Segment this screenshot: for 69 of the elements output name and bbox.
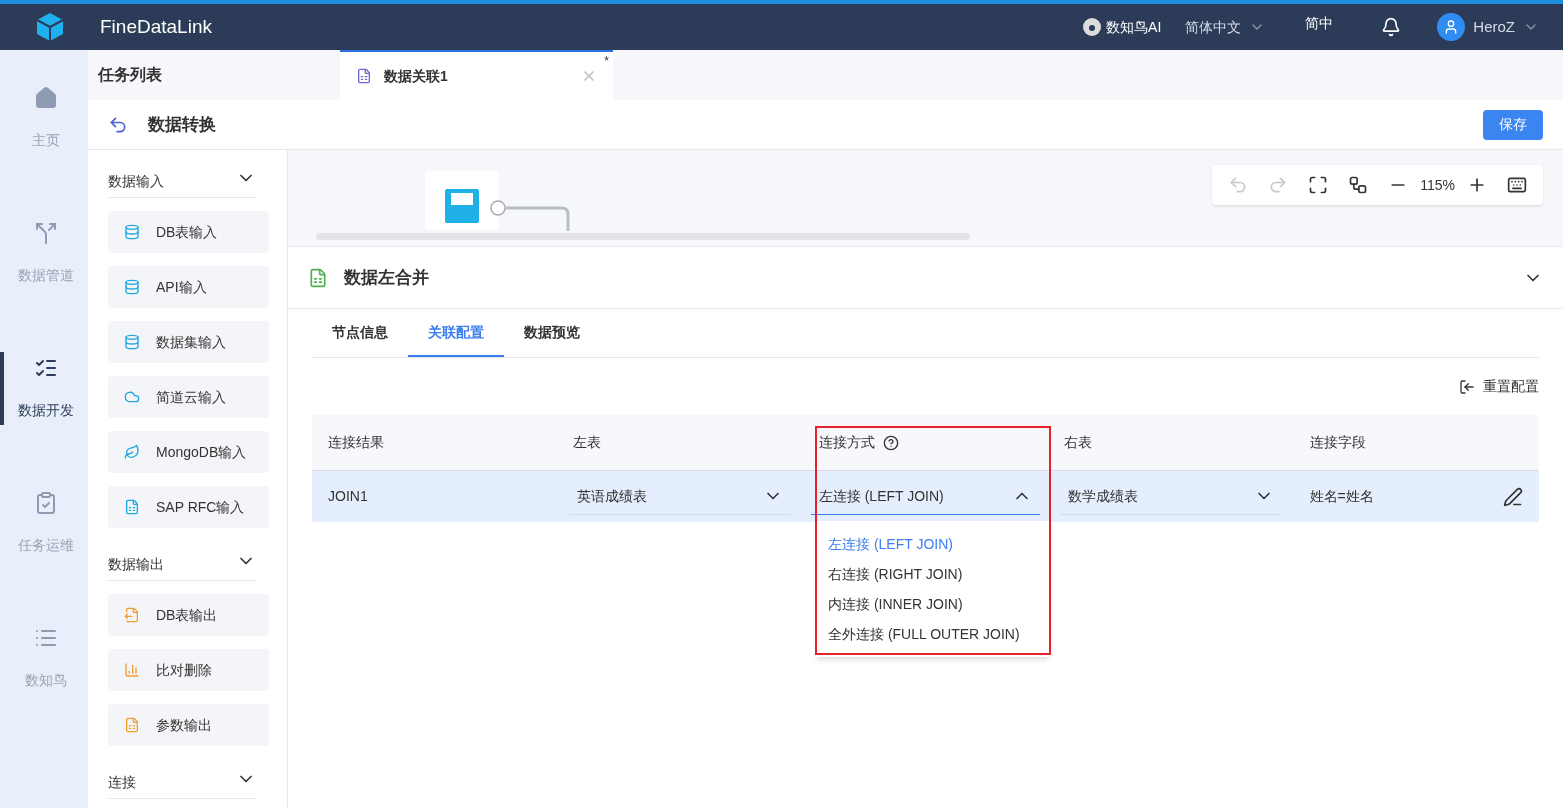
pipeline-icon: [34, 221, 58, 245]
clipboard-check-icon: [34, 491, 58, 515]
user-avatar[interactable]: [1437, 13, 1466, 41]
language-toggle[interactable]: 简中: [1305, 12, 1334, 34]
cloud-icon: [124, 389, 140, 405]
column-header: 左表: [573, 433, 602, 452]
file-tab[interactable]: 数据关联1 *: [340, 50, 613, 100]
page-title: 数据转换: [148, 113, 217, 136]
palette-item[interactable]: MongoDB输入: [108, 431, 269, 473]
file-output-icon: [124, 607, 140, 623]
column-header: 右表: [1064, 433, 1093, 452]
database-icon: [124, 279, 140, 295]
reset-button[interactable]: 重置配置: [1459, 376, 1539, 397]
column-header: 连接字段: [1309, 433, 1366, 452]
left-table-select[interactable]: 英语成绩表: [569, 478, 791, 515]
menu-option[interactable]: 左连接 (LEFT JOIN): [816, 529, 1050, 559]
bar-chart-icon: [124, 662, 140, 678]
bell-icon[interactable]: [1381, 17, 1402, 37]
palette-item[interactable]: SAP RFC输入: [108, 486, 269, 528]
palette-item[interactable]: API输入: [108, 266, 269, 308]
database-icon: [124, 224, 140, 240]
cube-logo-icon: [34, 11, 66, 43]
keyboard-icon[interactable]: [1507, 175, 1527, 195]
edit-icon[interactable]: [1503, 486, 1523, 507]
user-name[interactable]: HeroZ: [1473, 15, 1515, 39]
db-node[interactable]: [425, 171, 499, 230]
section-title: 数据输入: [108, 172, 164, 191]
help-icon[interactable]: [882, 434, 899, 451]
panel-tab[interactable]: 数据预览: [504, 309, 600, 357]
modified-mark: *: [604, 53, 609, 70]
fit-view-icon[interactable]: [1308, 175, 1329, 195]
menu-option[interactable]: 内连接 (INNER JOIN): [816, 589, 1050, 619]
back-icon[interactable]: [108, 114, 128, 135]
save-button[interactable]: 保存: [1483, 109, 1543, 140]
column-header: 连接结果: [328, 433, 384, 452]
palette-item[interactable]: DB表输出: [108, 594, 269, 636]
table-cell-text: JOIN1: [327, 487, 369, 506]
join-type-select[interactable]: 左连接 (LEFT JOIN): [810, 478, 1041, 515]
palette-item[interactable]: 参数输出: [108, 704, 269, 746]
menu-option[interactable]: 全外连接 (FULL OUTER JOIN): [816, 619, 1050, 649]
palette-item[interactable]: 简道云输入: [108, 376, 269, 418]
palette-item[interactable]: 数据集输入: [108, 321, 269, 363]
sheet-icon: [124, 499, 140, 515]
task-list-title: 任务列表: [98, 65, 162, 85]
palette-item[interactable]: DB表输入: [108, 211, 269, 253]
ai-link[interactable]: 数知鸟AI: [1082, 16, 1162, 38]
palette-item[interactable]: 比对删除: [108, 649, 269, 691]
section-title: 数据输出: [108, 555, 164, 574]
file-icon: [356, 68, 372, 84]
right-table-select[interactable]: 数学成绩表: [1060, 478, 1282, 515]
nav-item[interactable]: 数据开发: [0, 352, 88, 425]
tab-label: 数据关联1: [384, 66, 449, 86]
section-title: 连接: [108, 773, 136, 792]
product-name: FineDataLink: [100, 14, 212, 39]
home-icon: [34, 86, 58, 110]
leaf-icon: [124, 444, 140, 460]
table-cell-text: 姓名=姓名: [1309, 487, 1374, 506]
menu-option[interactable]: 右连接 (RIGHT JOIN): [816, 559, 1050, 589]
panel-tab[interactable]: 节点信息: [312, 309, 408, 357]
panel-tab[interactable]: 关联配置: [408, 309, 504, 357]
database-icon: [124, 334, 140, 350]
column-header: 连接方式: [818, 433, 875, 452]
sheet-icon: [124, 717, 140, 733]
layout-icon[interactable]: [1348, 175, 1369, 195]
panel-title: 数据左合并: [344, 266, 430, 289]
merge-node-icon: [308, 267, 328, 288]
reset-icon: [1459, 378, 1475, 395]
language-select[interactable]: 简体中文: [1185, 16, 1266, 38]
zoom-level: 115%: [1420, 175, 1455, 195]
